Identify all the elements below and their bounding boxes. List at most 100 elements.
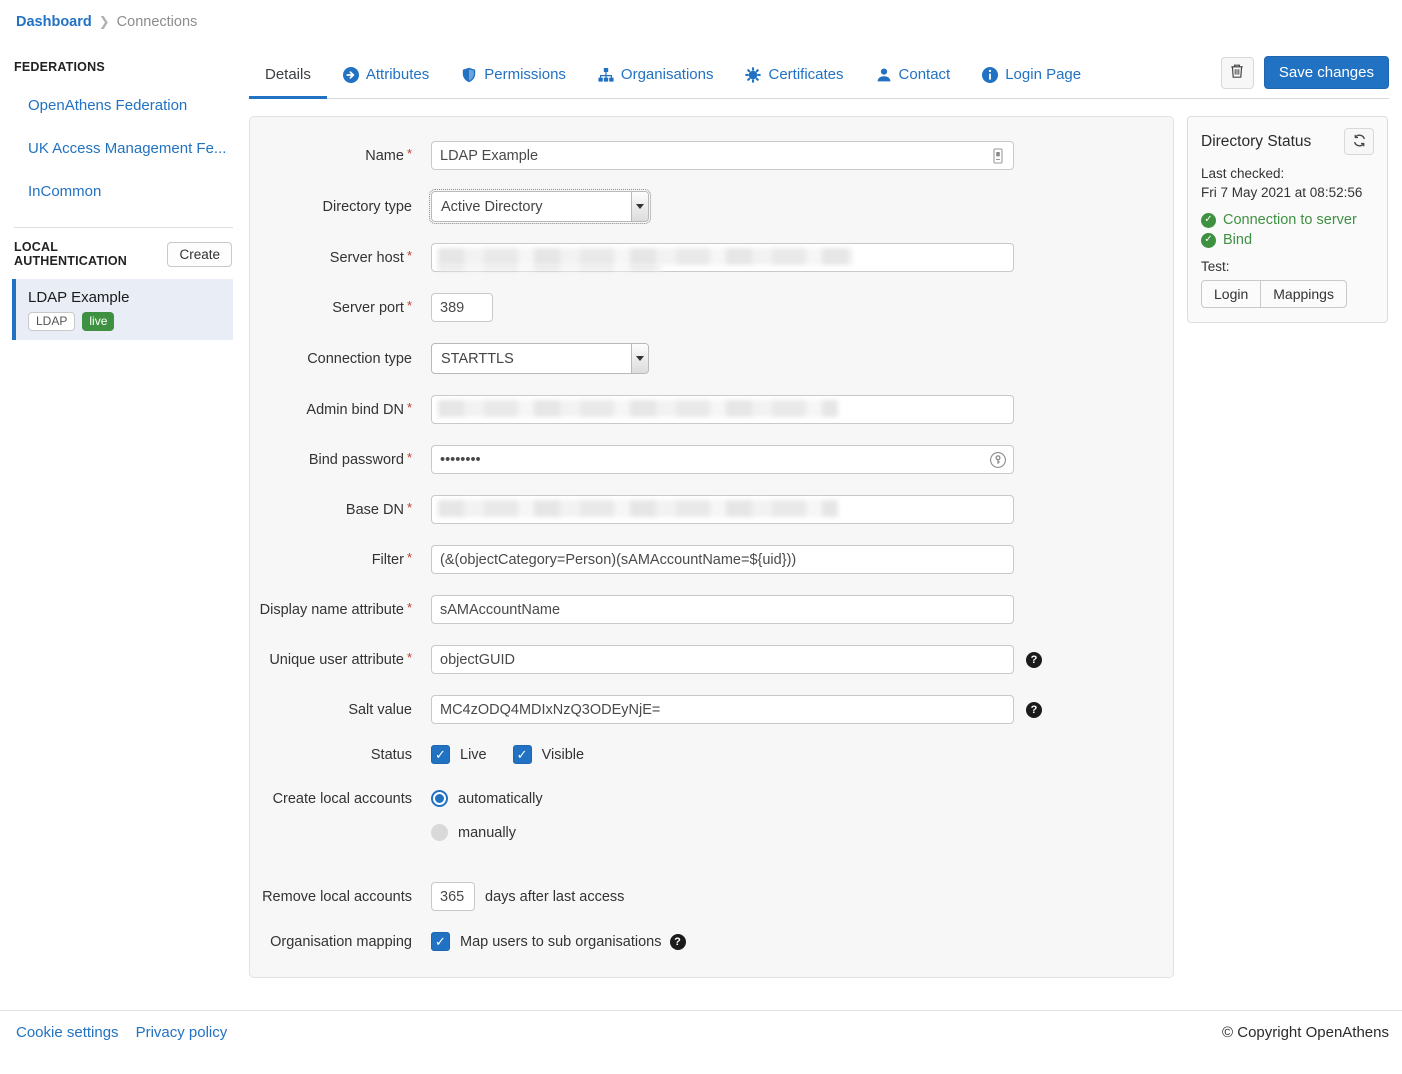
- federations-heading: FEDERATIONS: [14, 60, 236, 74]
- refresh-button[interactable]: [1344, 128, 1374, 155]
- filter-input[interactable]: [431, 545, 1014, 574]
- directory-type-label: Directory type: [250, 199, 431, 215]
- display-name-attribute-input[interactable]: [431, 595, 1014, 624]
- name-input[interactable]: [431, 141, 1014, 170]
- tab-details[interactable]: Details: [249, 56, 327, 99]
- redacted-value: [438, 264, 663, 272]
- ldap-type-badge: LDAP: [28, 312, 75, 331]
- info-circle-icon: [982, 67, 998, 83]
- unique-user-attribute-input[interactable]: [431, 645, 1014, 674]
- connection-type-select[interactable]: STARTTLS: [431, 343, 649, 374]
- directory-status-title: Directory Status: [1201, 133, 1311, 151]
- test-login-button[interactable]: Login: [1201, 280, 1261, 308]
- connection-type-label: Connection type: [250, 351, 431, 367]
- visible-checkbox-label: Visible: [542, 747, 584, 763]
- live-checkbox[interactable]: ✓: [431, 745, 450, 764]
- name-row: Name: [250, 141, 1173, 170]
- save-changes-button[interactable]: Save changes: [1264, 56, 1389, 89]
- bind-password-input[interactable]: [431, 445, 1014, 474]
- create-local-accounts-label: Create local accounts: [250, 791, 431, 807]
- status-label: Status: [250, 747, 431, 763]
- server-port-input[interactable]: [431, 293, 493, 322]
- server-port-row: Server port: [250, 293, 1173, 322]
- privacy-policy-link[interactable]: Privacy policy: [136, 1024, 228, 1041]
- chevron-right-icon: ❯: [99, 14, 110, 30]
- help-icon[interactable]: ?: [1026, 702, 1042, 718]
- tab-certificates[interactable]: Certificates: [729, 56, 859, 99]
- footer: Cookie settings Privacy policy © Copyrig…: [0, 1010, 1402, 1054]
- arrow-circle-icon: [343, 67, 359, 83]
- delete-button[interactable]: [1221, 57, 1254, 89]
- check-circle-icon: ✓: [1201, 233, 1216, 248]
- last-checked-label: Last checked:: [1201, 164, 1374, 183]
- remove-days-input[interactable]: [431, 882, 475, 911]
- live-status-badge: live: [82, 312, 114, 331]
- salt-value-input[interactable]: [431, 695, 1014, 724]
- breadcrumb-current: Connections: [117, 14, 198, 30]
- server-host-label: Server host: [250, 250, 431, 266]
- map-users-checkbox[interactable]: ✓: [431, 932, 450, 951]
- tab-permissions[interactable]: Permissions: [445, 56, 582, 99]
- name-label: Name: [250, 148, 431, 164]
- cookie-settings-link[interactable]: Cookie settings: [16, 1024, 119, 1041]
- remove-local-accounts-label: Remove local accounts: [250, 889, 431, 905]
- sidebar-item-incommon[interactable]: InCommon: [14, 170, 236, 213]
- breadcrumb-dashboard-link[interactable]: Dashboard: [16, 14, 92, 30]
- admin-bind-dn-row: Admin bind DN: [250, 395, 1173, 424]
- bind-password-row: Bind password: [250, 445, 1173, 474]
- test-label: Test:: [1201, 259, 1374, 274]
- tab-attributes[interactable]: Attributes: [327, 56, 445, 99]
- create-local-accounts-manual-row: manually: [250, 824, 1173, 841]
- redacted-value: [438, 500, 838, 517]
- refresh-icon: [1352, 133, 1367, 151]
- create-button[interactable]: Create: [167, 242, 232, 267]
- connection-name: LDAP Example: [28, 289, 221, 306]
- create-local-accounts-row: Create local accounts automatically: [250, 790, 1173, 807]
- manually-radio[interactable]: [431, 824, 448, 841]
- salt-value-row: Salt value ?: [250, 695, 1173, 724]
- directory-status-panel: Directory Status Last checked: Fri 7 May…: [1187, 116, 1388, 323]
- test-mappings-button[interactable]: Mappings: [1260, 280, 1347, 308]
- connection-check: ✓ Connection to server: [1201, 210, 1374, 230]
- trash-icon: [1229, 63, 1245, 82]
- tab-organisations[interactable]: Organisations: [582, 56, 730, 99]
- sidebar-item-openathens-federation[interactable]: OpenAthens Federation: [14, 84, 236, 127]
- sitemap-icon: [598, 67, 614, 83]
- help-icon[interactable]: ?: [1026, 652, 1042, 668]
- help-icon[interactable]: ?: [670, 934, 686, 950]
- directory-type-select[interactable]: Active Directory: [431, 191, 649, 222]
- autofill-icon[interactable]: [989, 147, 1007, 165]
- base-dn-row: Base DN: [250, 495, 1173, 524]
- sidebar-item-uk-access-management[interactable]: UK Access Management Fe...: [14, 127, 236, 170]
- connection-check-label: Connection to server: [1223, 210, 1357, 230]
- password-key-icon[interactable]: [989, 451, 1007, 469]
- local-authentication-heading: LOCAL AUTHENTICATION: [14, 240, 167, 268]
- organisation-mapping-row: Organisation mapping ✓ Map users to sub …: [250, 932, 1173, 951]
- server-port-label: Server port: [250, 300, 431, 316]
- tab-bar: Details Attributes Permissions Organisat…: [249, 56, 1389, 99]
- salt-value-label: Salt value: [250, 702, 431, 718]
- last-checked-value: Fri 7 May 2021 at 08:52:56: [1201, 183, 1374, 202]
- filter-label: Filter: [250, 552, 431, 568]
- bind-password-label: Bind password: [250, 452, 431, 468]
- visible-checkbox[interactable]: ✓: [513, 745, 532, 764]
- main-content: Details Attributes Permissions Organisat…: [249, 30, 1389, 978]
- sidebar-item-ldap-example[interactable]: LDAP Example LDAP live: [12, 279, 233, 340]
- filter-row: Filter: [250, 545, 1173, 574]
- display-name-attribute-label: Display name attribute: [250, 602, 431, 618]
- map-users-checkbox-label: Map users to sub organisations: [460, 934, 662, 950]
- automatically-radio[interactable]: [431, 790, 448, 807]
- tab-login-page[interactable]: Login Page: [966, 56, 1097, 99]
- unique-user-attribute-row: Unique user attribute ?: [250, 645, 1173, 674]
- server-host-row: Server host: [250, 243, 1173, 272]
- organisation-mapping-label: Organisation mapping: [250, 934, 431, 950]
- check-circle-icon: ✓: [1201, 213, 1216, 228]
- person-icon: [876, 67, 892, 83]
- directory-type-row: Directory type Active Directory: [250, 191, 1173, 222]
- connection-type-row: Connection type STARTTLS: [250, 343, 1173, 374]
- redacted-value: [438, 248, 853, 265]
- tab-contact[interactable]: Contact: [860, 56, 967, 99]
- details-form: Name Directory type Active Directory: [249, 116, 1174, 978]
- remove-local-accounts-row: Remove local accounts days after last ac…: [250, 882, 1173, 911]
- chevron-down-icon: [631, 344, 648, 373]
